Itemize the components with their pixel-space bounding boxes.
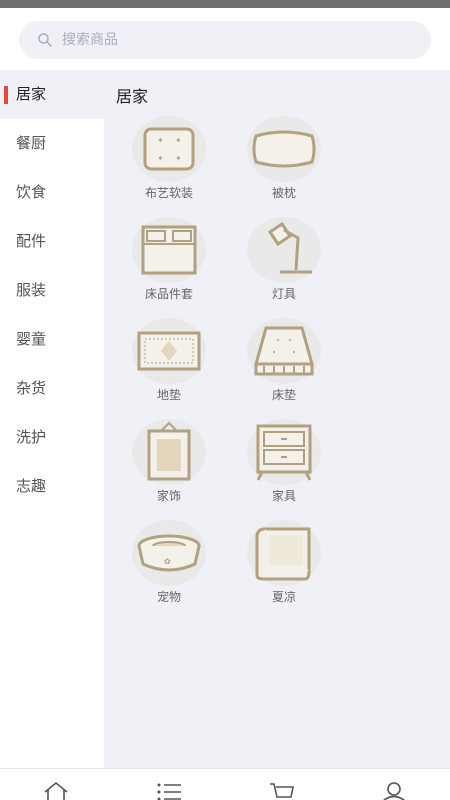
sidebar-item-baby[interactable]: 婴童 <box>0 315 104 364</box>
sidebar-item-home[interactable]: 居家 <box>0 70 104 119</box>
category-item[interactable]: 夏凉 <box>234 520 334 605</box>
category-item[interactable]: ✦ ✦ ✦ ✦ 布艺软装 <box>119 116 219 201</box>
search-input[interactable]: 搜索商品 <box>19 21 431 59</box>
category-item[interactable]: ✿ 宠物 <box>119 520 219 605</box>
rug-icon <box>137 331 201 371</box>
category-image <box>132 217 206 283</box>
bottom-navigation <box>0 768 450 800</box>
sidebar-item-label: 志趣 <box>16 477 47 495</box>
category-item[interactable]: 床品件套 <box>119 217 219 302</box>
sidebar-item-hobbies[interactable]: 志趣 <box>0 462 104 511</box>
svg-text:✦: ✦ <box>157 136 164 145</box>
svg-text:✦: ✦ <box>157 154 164 163</box>
pillow-icon <box>252 130 316 168</box>
cushion-icon: ✦ ✦ ✦ ✦ <box>143 127 195 171</box>
search-header: 搜索商品 <box>0 8 450 70</box>
category-image: ✦ ✦ ✦ ✦ <box>132 116 206 182</box>
sidebar-item-care[interactable]: 洗护 <box>0 413 104 462</box>
frame-icon <box>147 421 191 481</box>
category-label: 家具 <box>271 489 296 503</box>
category-label: 家饰 <box>156 489 181 503</box>
category-item[interactable]: 地垫 <box>119 318 219 403</box>
category-label: 布艺软装 <box>144 186 193 200</box>
sidebar-item-label: 婴童 <box>16 330 47 348</box>
category-image: ✿ <box>132 520 206 586</box>
bedding-icon <box>141 225 197 275</box>
category-image <box>247 116 321 182</box>
svg-text:✦: ✦ <box>175 136 182 145</box>
sidebar-item-clothing[interactable]: 服装 <box>0 266 104 315</box>
sidebar-item-label: 餐厨 <box>16 134 47 152</box>
sidebar-item-label: 杂货 <box>16 379 47 397</box>
category-icon[interactable] <box>155 781 183 800</box>
sidebar-item-label: 居家 <box>16 85 47 103</box>
category-item[interactable]: 床垫 <box>234 318 334 403</box>
category-label: 床垫 <box>271 388 296 402</box>
category-label: 床品件套 <box>144 287 193 301</box>
search-icon <box>38 33 52 47</box>
category-label: 被枕 <box>271 186 296 200</box>
status-bar <box>0 0 450 8</box>
category-image <box>247 318 321 384</box>
category-item[interactable]: 灯具 <box>234 217 334 302</box>
category-item[interactable]: 被枕 <box>234 116 334 201</box>
category-label: 宠物 <box>156 590 181 604</box>
pet-bed-icon: ✿ <box>137 534 201 572</box>
category-image <box>247 520 321 586</box>
lamp-icon <box>267 221 312 274</box>
sidebar-item-label: 服装 <box>16 281 47 299</box>
sidebar-item-label: 饮食 <box>16 183 47 201</box>
category-label: 地垫 <box>156 388 181 402</box>
sidebar-item-accessories[interactable]: 配件 <box>0 217 104 266</box>
mattress-icon <box>254 326 314 376</box>
sidebar-item-kitchen[interactable]: 餐厨 <box>0 119 104 168</box>
active-indicator <box>4 86 8 104</box>
category-sidebar: 居家 餐厨 饮食 配件 服装 婴童 杂货 洗护 志趣 <box>0 70 104 768</box>
sidebar-item-sundries[interactable]: 杂货 <box>0 364 104 413</box>
category-content: 居家 ✦ ✦ ✦ ✦ 布艺软装 被枕 床品件套 灯具 地垫 床垫 家饰 家具 ✿… <box>104 70 450 768</box>
svg-text:✦: ✦ <box>175 154 182 163</box>
home-icon[interactable] <box>42 781 70 800</box>
sidebar-item-label: 洗护 <box>16 428 47 446</box>
cabinet-icon <box>256 424 312 481</box>
category-label: 夏凉 <box>271 590 296 604</box>
sidebar-item-food[interactable]: 饮食 <box>0 168 104 217</box>
search-placeholder: 搜索商品 <box>62 32 118 48</box>
category-item[interactable]: 家具 <box>234 419 334 504</box>
svg-text:✿: ✿ <box>164 557 171 566</box>
category-image <box>132 419 206 485</box>
summer-mat-icon <box>255 527 311 581</box>
category-image <box>247 217 321 283</box>
cart-icon[interactable] <box>268 781 296 800</box>
category-image <box>132 318 206 384</box>
section-title: 居家 <box>116 87 149 106</box>
profile-icon[interactable] <box>380 781 408 800</box>
category-item[interactable]: 家饰 <box>119 419 219 504</box>
category-label: 灯具 <box>271 287 296 301</box>
category-image <box>247 419 321 485</box>
sidebar-item-label: 配件 <box>16 232 47 250</box>
